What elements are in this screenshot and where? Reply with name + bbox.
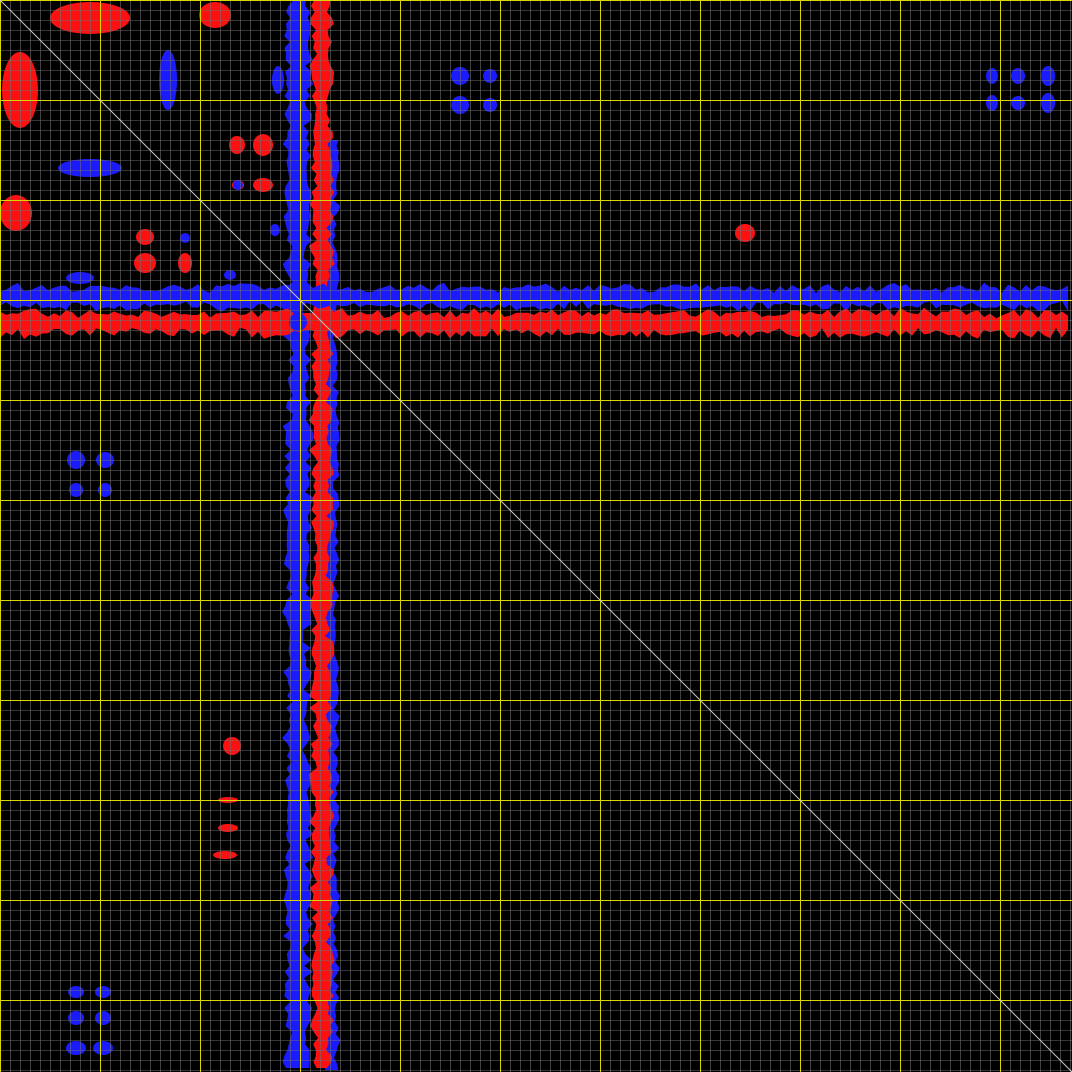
blob-positive-14 [213, 851, 237, 859]
blob-positive-12 [223, 737, 241, 755]
blob-negative-28 [1041, 66, 1055, 86]
contact-map-panel [0, 0, 1072, 1072]
blob-negative-22 [67, 451, 85, 469]
blob-positive-5 [253, 134, 273, 156]
blob-positive-8 [136, 229, 154, 245]
blob-negative-36 [66, 1041, 86, 1055]
blob-positive-0 [50, 2, 130, 34]
blob-negative-24 [69, 483, 83, 497]
blob-positive-1 [199, 2, 231, 28]
blob-positive-9 [134, 253, 156, 273]
blob-positive-10 [178, 253, 192, 273]
contact-map-heatmap [0, 0, 1072, 1072]
blob-negative-30 [1011, 96, 1025, 110]
blob-negative-35 [95, 1011, 111, 1025]
blob-negative-40 [224, 270, 236, 280]
blob-positive-7 [253, 178, 273, 192]
blob-negative-18 [451, 67, 469, 85]
blob-positive-2 [2, 52, 38, 128]
blob-negative-19 [483, 69, 497, 83]
blob-negative-41 [270, 224, 280, 236]
blob-negative-31 [1041, 93, 1055, 113]
blob-negative-37 [93, 1041, 113, 1055]
blob-negative-43 [233, 180, 243, 190]
blob-negative-33 [95, 986, 111, 998]
blob-negative-45 [313, 289, 331, 307]
blob-negative-42 [180, 233, 190, 243]
blob-negative-44 [289, 313, 307, 331]
blob-positive-11 [735, 224, 755, 242]
blob-negative-23 [96, 452, 114, 468]
blob-negative-29 [986, 95, 998, 111]
blob-negative-20 [451, 96, 469, 114]
blob-positive-4 [229, 136, 245, 154]
blob-negative-16 [58, 159, 122, 177]
